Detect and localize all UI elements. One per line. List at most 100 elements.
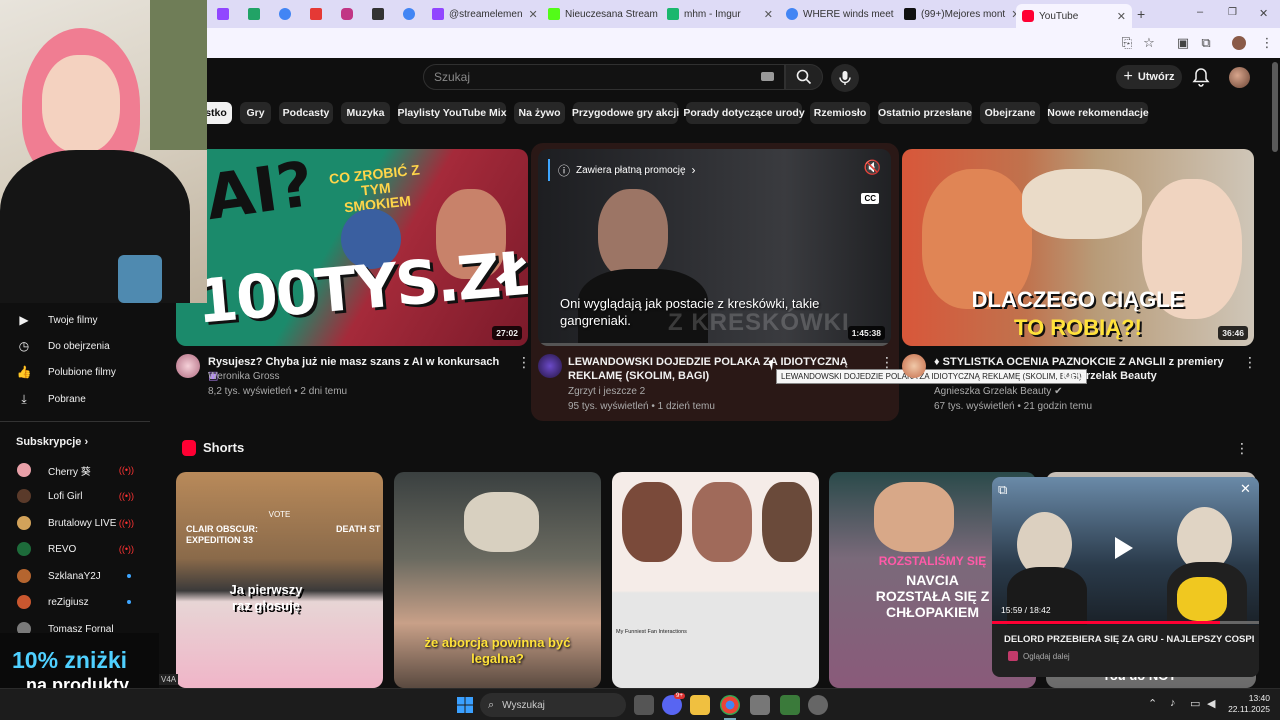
search-button[interactable] [785, 64, 823, 90]
close-icon[interactable]: ✕ [658, 8, 660, 21]
file-explorer-icon[interactable] [690, 695, 710, 715]
create-button[interactable]: + Utwórz [1116, 65, 1182, 89]
browser-tab[interactable]: Nieuczesana Stream✕ [548, 4, 660, 24]
play-icon[interactable] [1115, 537, 1133, 559]
chip[interactable]: Gry [240, 102, 271, 124]
short-card[interactable]: My Funniest Fan Interactions [612, 472, 819, 688]
close-icon[interactable]: ✕ [1005, 8, 1016, 21]
channel-avatar[interactable] [176, 354, 200, 378]
miniplayer-title[interactable]: DELORD PRZEBIERA SIĘ ZA GRU - NAJLEPSZY … [1004, 634, 1254, 645]
channel-name[interactable]: Agnieszka Grzelak Beauty ✔ [934, 384, 1062, 399]
paid-promotion-badge[interactable]: ⓘ Zawiera płatną promocję › [548, 159, 696, 181]
short-card[interactable]: że aborcja powinna być legalna? [394, 472, 601, 688]
browser-tab[interactable] [372, 4, 392, 24]
subscription-item[interactable]: reZigiusz [0, 589, 158, 615]
chip[interactable]: Podcasty [279, 102, 333, 124]
video-title-continued[interactable]: ka Grzelak Beauty [1062, 369, 1262, 383]
browser-tab-active[interactable]: YouTube ✕ [1016, 4, 1132, 28]
subscription-item[interactable]: Brutalowy LIVE ((•)) [0, 510, 158, 536]
cast-icon[interactable]: ⎘ [1118, 34, 1136, 52]
scrollbar-thumb[interactable] [1272, 62, 1278, 152]
channel-name[interactable]: Weronika Gross [208, 369, 280, 384]
more-options-icon[interactable]: ⋮ [880, 355, 894, 369]
browser-tab[interactable] [310, 4, 330, 24]
close-icon[interactable]: ✕ [1240, 481, 1251, 497]
sidebar-item-liked[interactable]: 👍 Polubione filmy [0, 359, 158, 385]
chip[interactable]: Muzyka [341, 102, 390, 124]
chip[interactable]: Rzemiosło [810, 102, 870, 124]
chip[interactable]: Ostatnio przesłane [878, 102, 972, 124]
chip[interactable]: Playlisty YouTube Mix [397, 102, 507, 124]
minimize-button[interactable]: – [1197, 6, 1203, 18]
browser-tab[interactable] [341, 4, 361, 24]
close-icon[interactable]: ✕ [894, 8, 898, 21]
search-input[interactable] [424, 65, 724, 89]
chevron-up-icon[interactable]: ⌃ [1148, 697, 1157, 710]
sidebar-item-your-videos[interactable]: ▶ Twoje filmy [0, 307, 158, 333]
more-options-icon[interactable]: ⋮ [517, 355, 531, 369]
channel-avatar[interactable] [902, 354, 926, 378]
sidebar-item-downloads[interactable]: ⤓ Pobrane [0, 386, 158, 412]
menu-dots-icon[interactable]: ⋮ [1258, 34, 1276, 52]
close-icon[interactable]: ✕ [758, 8, 779, 21]
profile-avatar[interactable] [1232, 36, 1246, 50]
extension-icon[interactable]: ▣ [1174, 34, 1192, 52]
browser-tab[interactable] [279, 4, 299, 24]
puzzle-icon[interactable]: ⧉ [1197, 34, 1215, 52]
chip[interactable]: Na żywo [514, 102, 565, 124]
progress-track[interactable] [992, 621, 1259, 624]
more-options-icon[interactable]: ⋮ [1235, 441, 1249, 455]
maximize-button[interactable]: ❐ [1228, 7, 1237, 18]
microphone-icon[interactable]: ♪ [1170, 697, 1176, 709]
app-icon[interactable] [780, 695, 800, 715]
chip[interactable]: Porady dotyczące urody [683, 102, 805, 124]
miniplayer-channel[interactable]: Oglądaj dalej [1008, 651, 1070, 661]
chip[interactable]: Nowe rekomendacje [1047, 102, 1149, 124]
browser-tab[interactable] [217, 4, 237, 24]
browser-tab[interactable]: (99+)Mejores mont ✕ [904, 4, 1016, 24]
notifications-button[interactable] [1192, 67, 1210, 92]
more-options-icon[interactable]: ⋮ [1243, 355, 1257, 369]
user-avatar[interactable] [1229, 67, 1250, 88]
video-thumbnail[interactable]: AI? CO ZROBIĆ Z TYM SMOKIEM 100TYS.ZŁ 27… [176, 149, 528, 346]
system-clock[interactable]: 13:40 22.11.2025 [1220, 693, 1270, 715]
video-thumbnail[interactable]: ⓘ Zawiera płatną promocję › 🔇 CC Z KRESKÓW… [538, 149, 891, 346]
expand-icon[interactable]: ⧉ [998, 482, 1007, 498]
browser-tab[interactable] [403, 4, 423, 24]
volume-icon[interactable]: ◀ [1207, 697, 1215, 710]
keyboard-icon[interactable] [761, 72, 774, 81]
short-card[interactable]: VOTE CLAIR OBSCUR: EXPEDITION 33 DEATH S… [176, 472, 383, 688]
new-tab-button[interactable]: + [1137, 6, 1145, 22]
video-thumbnail[interactable]: DLACZEGO CIĄGLE TO ROBIĄ?! 36:46 [902, 149, 1254, 346]
miniplayer[interactable]: ⧉ ✕ 15:59 / 18:42 DELORD PRZEBIERA SIĘ Z… [992, 477, 1259, 677]
windows-start-icon[interactable] [455, 695, 475, 715]
app-icon[interactable] [750, 695, 770, 715]
browser-tab[interactable]: @streamelemen ✕ [432, 4, 540, 24]
chip[interactable]: Obejrzane [980, 102, 1040, 124]
subscription-item[interactable]: SzklanaY2J [0, 563, 158, 589]
task-view-icon[interactable] [634, 695, 654, 715]
sidebar-item-watch-later[interactable]: ◷ Do obejrzenia [0, 333, 158, 359]
taskbar-search[interactable]: ⌕ Wyszukaj [480, 693, 626, 717]
captions-icon[interactable]: CC [861, 193, 879, 204]
channel-avatar[interactable] [538, 354, 562, 378]
bookmark-star-icon[interactable]: ☆ [1140, 34, 1158, 52]
voice-search-button[interactable] [831, 64, 859, 92]
close-window-button[interactable]: ✕ [1259, 7, 1268, 20]
subscription-item[interactable]: REVO ((•)) [0, 536, 158, 562]
channel-name[interactable]: Zgrzyt i jeszcze 2 [568, 384, 645, 399]
network-icon[interactable]: ▭ [1190, 697, 1200, 710]
close-icon[interactable]: ✕ [523, 8, 540, 21]
video-title[interactable]: ♦ STYLISTKA OCENIA PAZNOKCIE Z ANGLII z … [934, 355, 1234, 369]
chip[interactable]: Przygodowe gry akcji [572, 102, 679, 124]
browser-tab[interactable]: mhm - Imgur ✕ [667, 4, 779, 24]
chrome-icon[interactable] [720, 695, 740, 715]
browser-tab[interactable]: WHERE winds meet✕ [786, 4, 898, 24]
subscription-item[interactable]: Cherry 葵 ((•)) [0, 457, 158, 483]
subscription-item[interactable]: Lofi Girl ((•)) [0, 483, 158, 509]
search-box[interactable] [423, 64, 785, 90]
browser-tab[interactable] [248, 4, 268, 24]
obs-icon[interactable] [808, 695, 828, 715]
mute-icon[interactable]: 🔇 [864, 159, 881, 176]
close-icon[interactable]: ✕ [1111, 10, 1132, 23]
